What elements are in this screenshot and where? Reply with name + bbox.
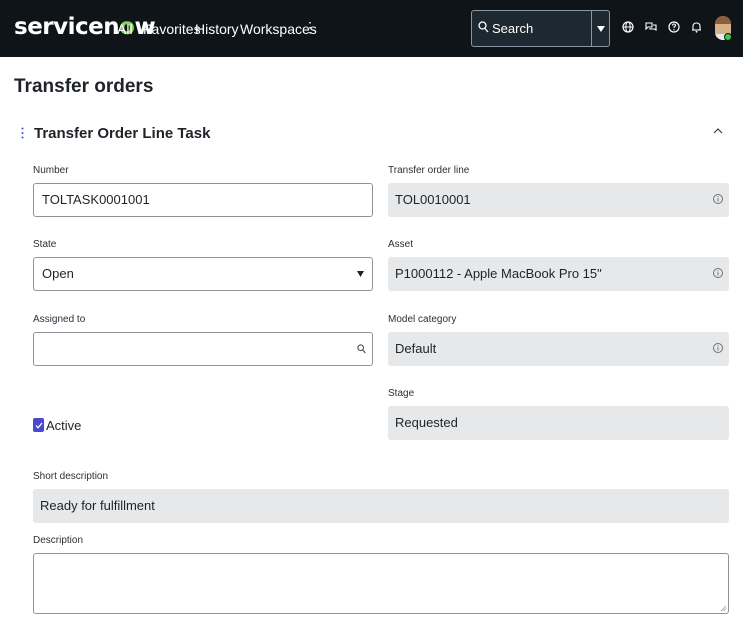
stage-field: Requested	[388, 406, 729, 440]
search-input[interactable]: Search	[492, 21, 533, 36]
resize-grip-icon[interactable]	[720, 605, 727, 612]
active-label[interactable]: Active	[46, 418, 81, 433]
info-icon[interactable]	[712, 267, 724, 279]
dropdown-caret-icon	[596, 25, 605, 32]
assigned-to-label: Assigned to	[33, 314, 86, 325]
search-scope-dropdown[interactable]	[591, 11, 609, 46]
stage-label: Stage	[388, 388, 415, 399]
magnifier-icon[interactable]	[357, 344, 366, 354]
asset-value: P1000112 - Apple MacBook Pro 15"	[395, 266, 602, 281]
nav-more-menu[interactable]: ⋮	[303, 19, 317, 36]
transfer-order-line-field: TOL0010001	[388, 183, 729, 217]
state-value: Open	[42, 266, 74, 281]
globe-icon[interactable]	[622, 21, 634, 33]
active-checkbox[interactable]	[33, 418, 44, 432]
transfer-order-line-label: Transfer order line	[388, 165, 470, 176]
transfer-order-line-value: TOL0010001	[395, 192, 471, 207]
number-field[interactable]: TOLTASK0001001	[33, 183, 373, 217]
chevron-up-icon[interactable]	[713, 127, 723, 134]
kebab-icon[interactable]	[21, 127, 24, 139]
state-label: State	[33, 239, 57, 250]
search-icon	[478, 21, 489, 33]
chat-icon[interactable]	[645, 21, 657, 33]
asset-label: Asset	[388, 239, 414, 250]
short-description-label: Short description	[33, 471, 109, 482]
servicenow-logo[interactable]: servicenow	[14, 12, 156, 42]
section-title: Transfer Order Line Task	[34, 125, 211, 142]
nav-all[interactable]: All	[117, 19, 133, 39]
state-select[interactable]: Open	[33, 257, 373, 291]
checkmark-icon	[35, 422, 42, 429]
presence-status-indicator	[724, 33, 732, 41]
description-textarea[interactable]	[33, 553, 729, 614]
logo-text-prefix: servicen	[14, 14, 120, 40]
info-icon[interactable]	[712, 342, 724, 354]
nav-favorites[interactable]: Favorites	[143, 19, 201, 39]
help-icon[interactable]	[668, 21, 680, 33]
model-category-label: Model category	[388, 314, 457, 325]
page-title: Transfer orders	[14, 76, 154, 97]
nav-history[interactable]: History	[195, 19, 239, 39]
assigned-to-field[interactable]	[33, 332, 373, 366]
short-description-field: Ready for fulfillment	[33, 489, 729, 523]
asset-field: P1000112 - Apple MacBook Pro 15"	[388, 257, 729, 291]
number-label: Number	[33, 165, 69, 176]
bell-icon[interactable]	[691, 21, 702, 33]
info-icon[interactable]	[712, 193, 724, 205]
top-navigation: servicenow All Favorites History Workspa…	[0, 0, 743, 57]
dropdown-caret-icon	[357, 271, 364, 277]
model-category-value: Default	[395, 341, 437, 356]
model-category-field: Default	[388, 332, 729, 366]
avatar-hair	[715, 16, 731, 24]
global-search[interactable]: Search	[471, 10, 610, 47]
description-label: Description	[33, 535, 84, 546]
